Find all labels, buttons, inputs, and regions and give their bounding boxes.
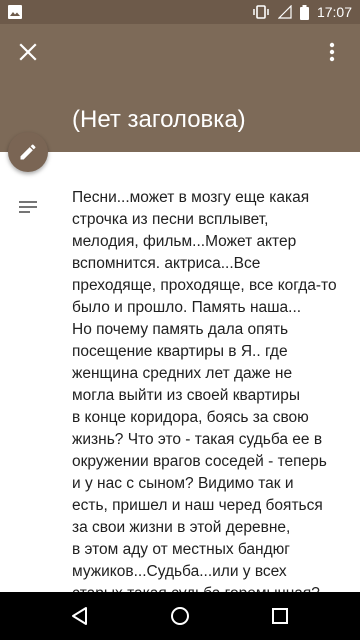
image-icon bbox=[8, 5, 22, 19]
note-body[interactable]: Песни...может в мозгу еще какая строчка … bbox=[72, 187, 360, 605]
status-time: 17:07 bbox=[316, 4, 352, 20]
note-line: женщина средних лет даже не bbox=[72, 365, 293, 382]
note-line: окружении врагов соседей - теперь bbox=[72, 453, 327, 470]
note-line: могла выйти из своей квартиры bbox=[72, 387, 301, 404]
close-icon[interactable] bbox=[16, 40, 40, 64]
note-line: преходяще, проходяще, все когда-то bbox=[72, 277, 337, 294]
note-line: Но почему память дала опять bbox=[72, 321, 289, 338]
note-line: вспомнится. актриса...Все bbox=[72, 255, 261, 272]
pencil-icon bbox=[20, 144, 36, 160]
home-icon[interactable] bbox=[168, 604, 192, 628]
more-vert-icon[interactable] bbox=[320, 40, 344, 64]
note-line: было и прошло. Память наша... bbox=[72, 299, 302, 316]
status-bar: 17:07 bbox=[0, 0, 360, 24]
note-line: в конце коридора, боясь за свою bbox=[72, 409, 309, 426]
note-line: Песни...может в мозгу еще какая bbox=[72, 189, 310, 206]
signal-icon bbox=[277, 5, 292, 19]
back-icon[interactable] bbox=[68, 604, 92, 628]
navigation-bar bbox=[0, 592, 360, 640]
battery-icon bbox=[299, 4, 309, 20]
note-line: есть, пришел и наш черед бояться bbox=[72, 497, 323, 514]
note-line: в этом аду от местных бандюг bbox=[72, 541, 290, 558]
note-line: за свои жизни в этой деревне, bbox=[72, 519, 291, 536]
notes-icon bbox=[19, 201, 37, 213]
note-line: и у нас с сыном? Видимо так и bbox=[72, 475, 294, 492]
note-line: мужиков...Судьба...или у всех bbox=[72, 563, 287, 580]
app-bar: (Нет заголовка) bbox=[0, 24, 360, 152]
note-line: посещение квартиры в Я.. где bbox=[72, 343, 288, 360]
vibrate-icon bbox=[253, 5, 269, 19]
note-line: жизнь? Что это - такая судьба ее в bbox=[72, 431, 323, 448]
recents-icon[interactable] bbox=[268, 604, 292, 628]
note-title[interactable]: (Нет заголовка) bbox=[72, 106, 246, 134]
edit-button[interactable] bbox=[8, 132, 48, 172]
note-line: строчка из песни всплывет, bbox=[72, 211, 269, 228]
note-line: мелодия, фильм...Может актер bbox=[72, 233, 297, 250]
